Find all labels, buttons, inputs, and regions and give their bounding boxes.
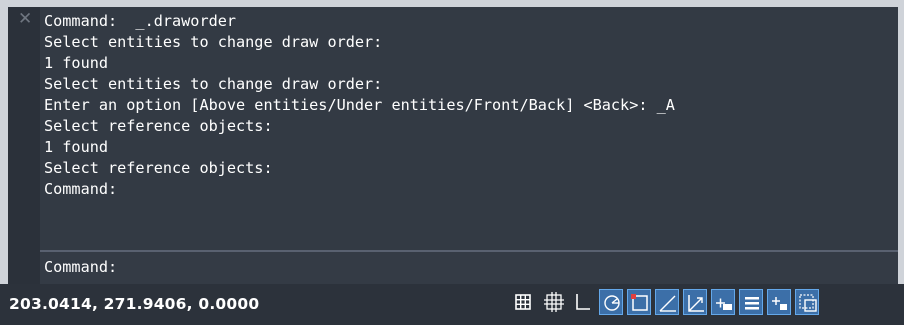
quick-properties-toggle[interactable] <box>767 289 791 315</box>
lineweight-toggle[interactable] <box>739 289 763 315</box>
command-history: Command: _.draworder Select entities to c… <box>44 11 894 200</box>
ortho-mode-icon <box>576 294 590 310</box>
history-line: Select reference objects: <box>44 159 273 177</box>
dynamic-input-icon <box>716 298 732 310</box>
history-line: 1 found <box>44 54 109 72</box>
lineweight-icon <box>745 297 759 310</box>
quick-properties-icon <box>772 297 787 310</box>
selection-cycling-toggle[interactable] <box>795 289 819 315</box>
history-line: Select entities to change draw order: <box>44 75 383 93</box>
history-line: Command: _.draworder <box>44 12 237 30</box>
snap-mode-toggle[interactable] <box>542 289 566 315</box>
grid-display-icon <box>515 294 531 310</box>
polar-tracking-toggle[interactable] <box>599 289 623 315</box>
object-snap-toggle[interactable] <box>627 289 651 315</box>
command-line-window: ✕ Command: _.draworder Select entities to… <box>8 7 898 284</box>
polar-tracking-icon <box>604 295 620 311</box>
selection-cycling-icon <box>799 294 817 312</box>
dynamic-ucs-toggle[interactable] <box>683 289 707 315</box>
command-prompt: Command: <box>44 258 118 276</box>
object-snap-tracking-icon <box>659 295 676 312</box>
dynamic-ucs-icon <box>688 295 704 312</box>
ortho-mode-toggle[interactable] <box>571 289 595 315</box>
snap-mode-icon <box>544 292 564 312</box>
grid-display-toggle[interactable] <box>511 289 535 315</box>
history-line: Command: <box>44 180 118 198</box>
history-line: 1 found <box>44 138 109 156</box>
history-line: Select entities to change draw order: <box>44 33 383 51</box>
coordinates-readout[interactable]: 203.0414, 271.9406, 0.0000 <box>9 295 259 313</box>
history-line: Select reference objects: <box>44 117 273 135</box>
object-snap-tracking-toggle[interactable] <box>655 289 679 315</box>
command-line-gutter: ✕ <box>8 7 40 284</box>
dynamic-input-toggle[interactable] <box>711 289 735 315</box>
close-icon[interactable]: ✕ <box>18 11 32 28</box>
command-input[interactable]: Command: <box>40 252 898 284</box>
history-line: Enter an option [Above entities/Under en… <box>44 96 675 114</box>
status-bar: 203.0414, 271.9406, 0.0000 <box>0 284 904 325</box>
object-snap-icon <box>631 294 648 311</box>
